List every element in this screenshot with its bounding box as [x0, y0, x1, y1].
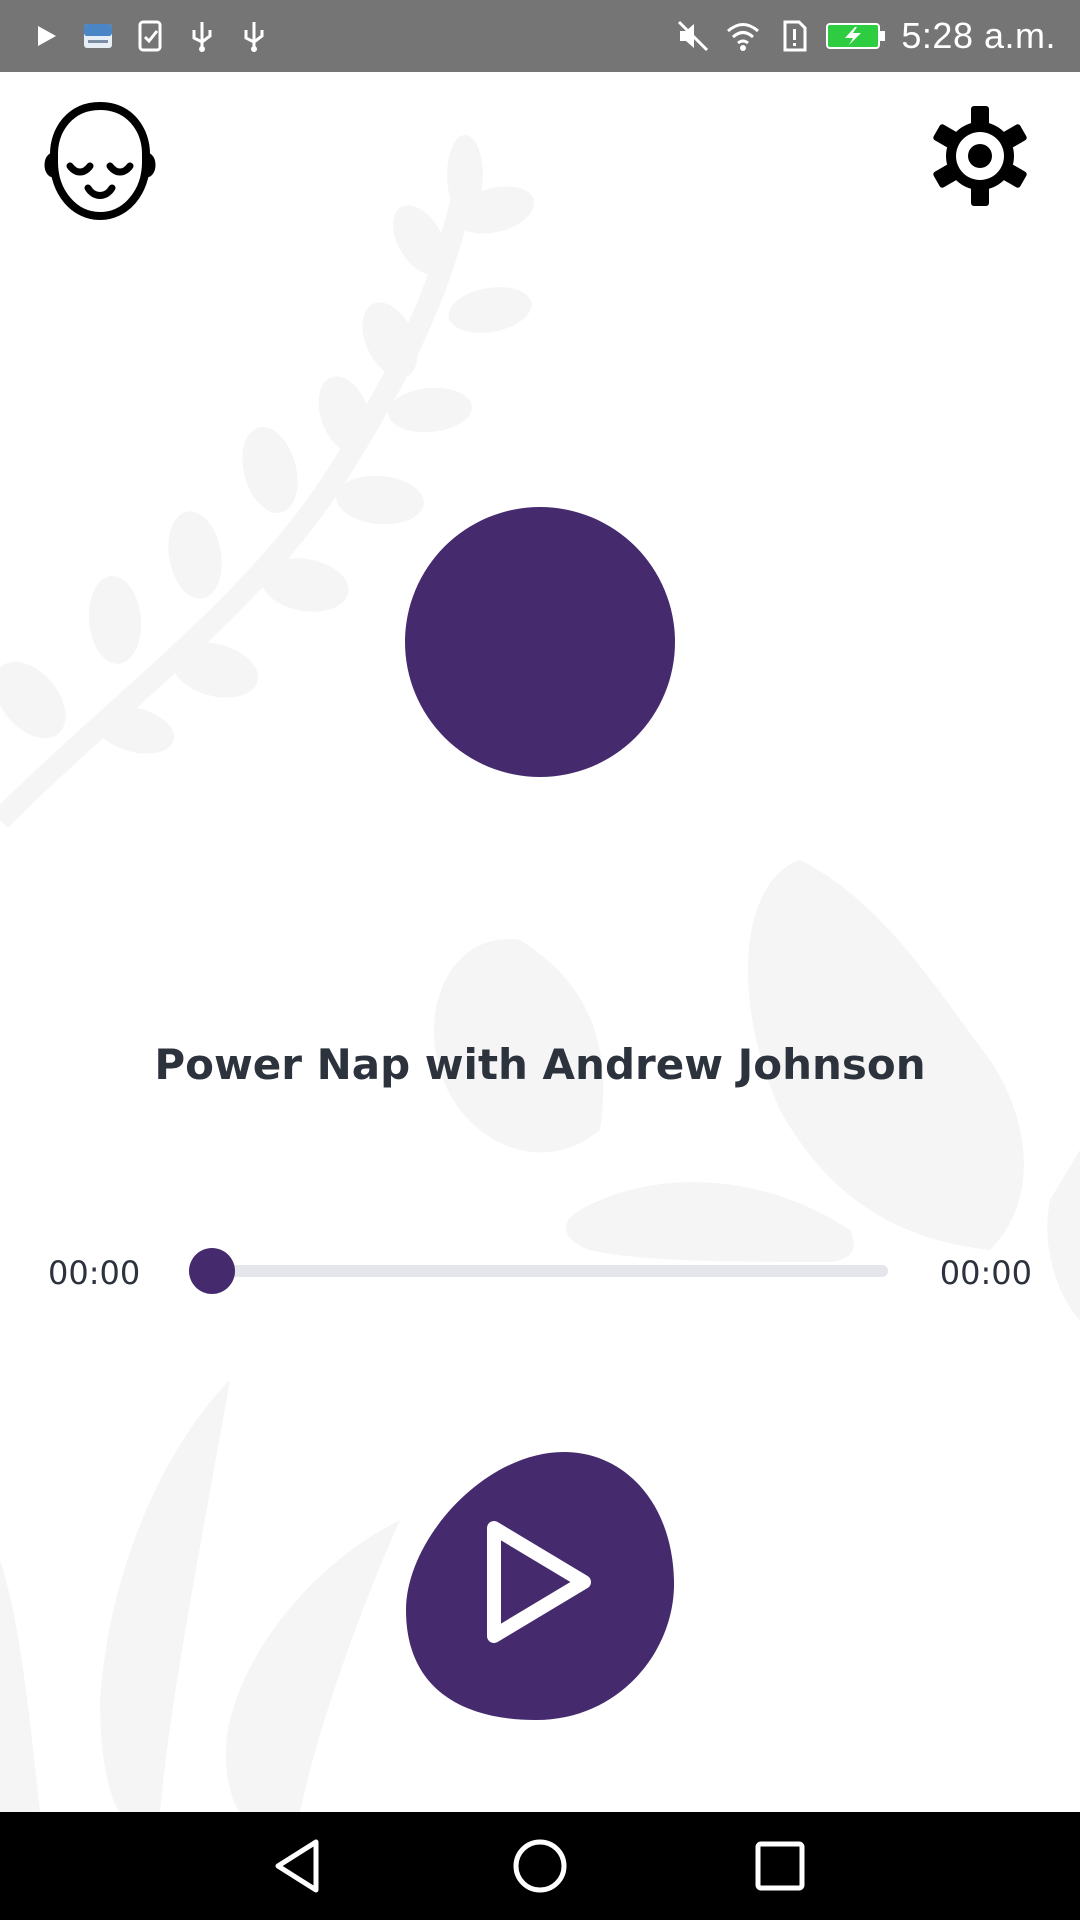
play-button[interactable]: [404, 1450, 676, 1722]
elapsed-time: 00:00: [48, 1254, 141, 1292]
progress-slider[interactable]: [189, 1248, 888, 1294]
wifi-icon: [727, 23, 760, 51]
status-bar: 5:28 a.m.: [0, 0, 1080, 72]
system-nav-bar: [0, 1812, 1080, 1920]
usb-icon: [192, 22, 212, 52]
total-time: 00:00: [939, 1254, 1032, 1292]
checklist-icon: [138, 20, 162, 52]
usb-icon: [244, 22, 264, 52]
home-icon[interactable]: [506, 1832, 574, 1900]
track-title: Power Nap with Andrew Johnson: [154, 1040, 926, 1089]
recents-icon[interactable]: [746, 1832, 814, 1900]
gear-icon: [933, 106, 1027, 206]
mute-icon: [678, 20, 709, 52]
status-icons-left: [28, 16, 272, 56]
status-icons-right: 5:28 a.m.: [675, 14, 1056, 58]
progress-track: [212, 1265, 888, 1277]
status-time: 5:28 a.m.: [901, 15, 1056, 56]
play-icon: [38, 26, 56, 46]
progress-thumb[interactable]: [189, 1248, 235, 1294]
sim-alert-icon: [783, 20, 807, 52]
breathing-orb: [405, 507, 675, 777]
battery-charging-icon: [826, 23, 886, 49]
settings-button[interactable]: [924, 100, 1036, 212]
sleeping-face-icon[interactable]: [42, 100, 158, 224]
back-icon[interactable]: [266, 1832, 334, 1900]
app-notification-icon: [84, 24, 112, 48]
